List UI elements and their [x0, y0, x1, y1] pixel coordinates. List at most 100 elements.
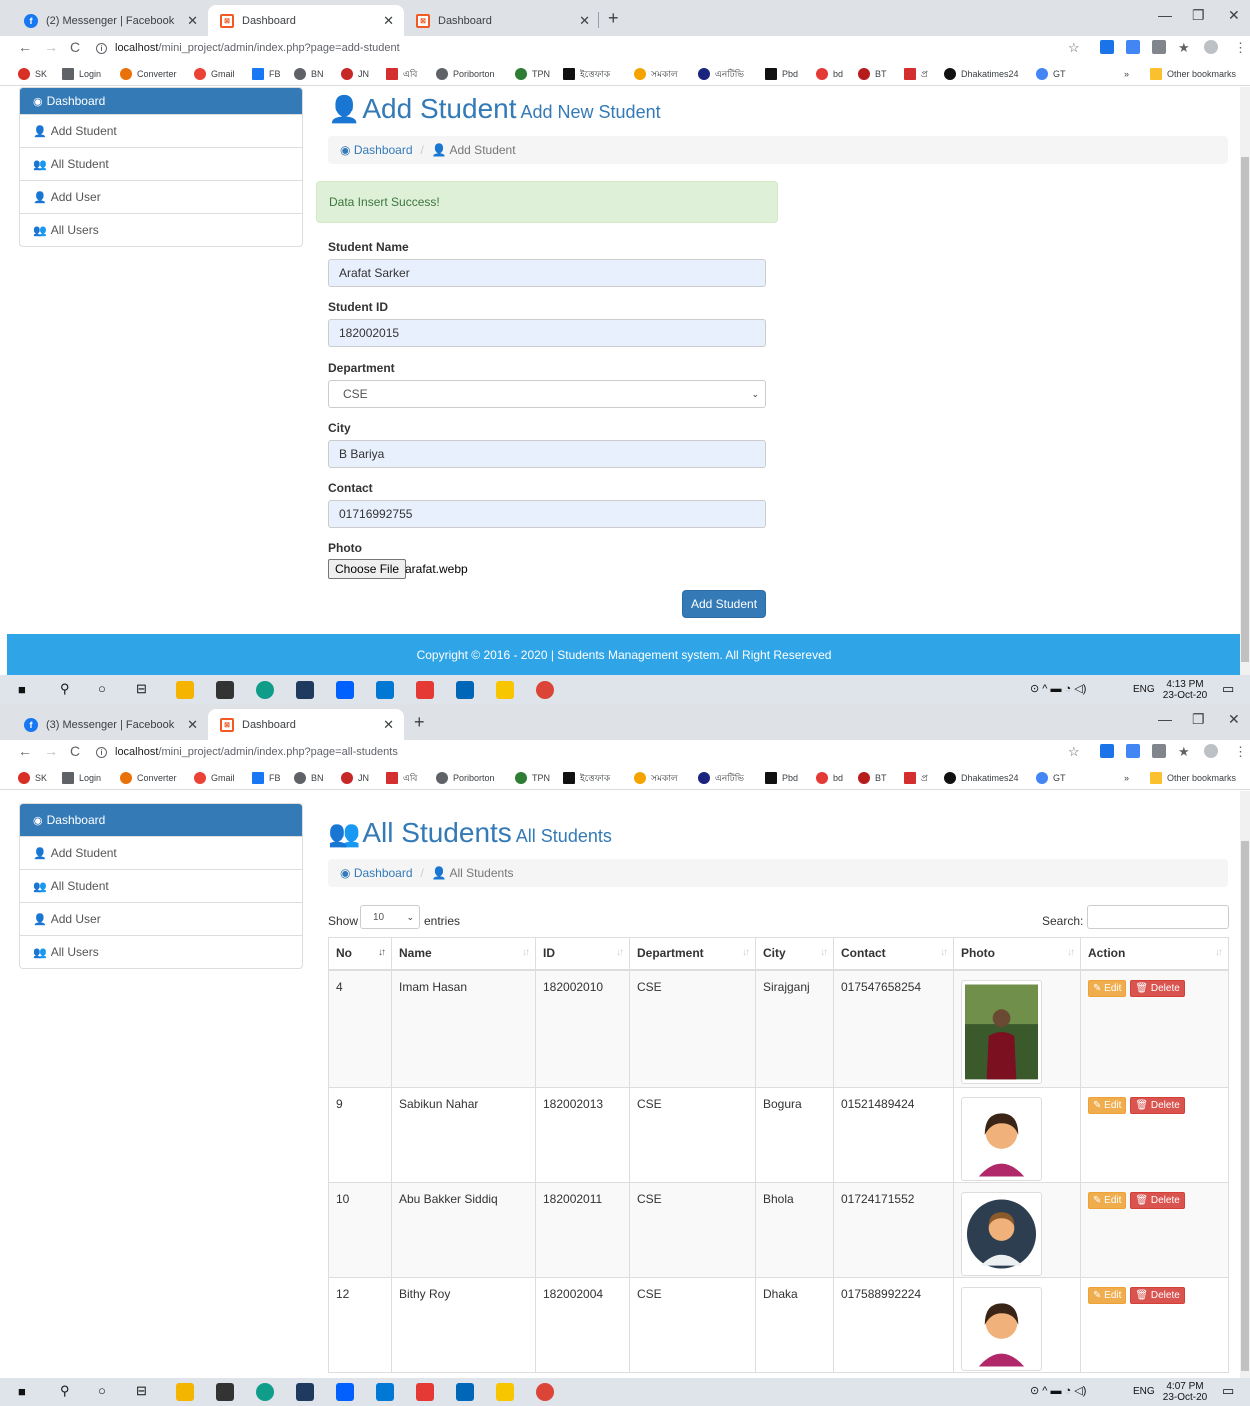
- star-icon[interactable]: ☆: [1068, 744, 1080, 760]
- bookmark-item[interactable]: bd: [816, 66, 843, 82]
- breadcrumb-dashboard[interactable]: ◉ Dashboard: [340, 866, 413, 880]
- bookmark-item[interactable]: Dhakatimes24: [944, 66, 1019, 82]
- delete-button[interactable]: 🗑 Delete: [1130, 1097, 1185, 1114]
- app-icon[interactable]: [496, 1383, 514, 1401]
- file-explorer-icon[interactable]: [176, 681, 194, 699]
- extension-icon[interactable]: [1152, 744, 1166, 758]
- bookmark-item[interactable]: BT: [858, 770, 887, 786]
- sidebar-item-all-student[interactable]: 👥 All Student: [20, 147, 302, 180]
- avatar[interactable]: [1204, 40, 1218, 54]
- bookmark-item[interactable]: TPN: [515, 66, 550, 82]
- bookmark-item[interactable]: JN: [341, 66, 369, 82]
- menu-icon[interactable]: ⋮: [1234, 40, 1247, 56]
- tray-icons[interactable]: ⊙ ^ ▬ ◔ ◁): [1030, 682, 1086, 695]
- bookmark-item[interactable]: Login: [62, 770, 101, 786]
- info-icon[interactable]: i: [96, 746, 107, 758]
- bookmark-item[interactable]: এনটিভি: [698, 770, 744, 786]
- other-bookmarks[interactable]: Other bookmarks: [1150, 770, 1236, 786]
- edit-button[interactable]: ✎ Edit: [1088, 1097, 1127, 1114]
- column-name[interactable]: Name ↓↑: [391, 937, 536, 971]
- bookmark-item[interactable]: সমকাল: [634, 770, 678, 786]
- student-id-input[interactable]: 182002015: [328, 319, 766, 347]
- close-tab-icon[interactable]: ✕: [187, 13, 198, 29]
- bookmark-item[interactable]: Poriborton: [436, 66, 495, 82]
- new-tab-icon[interactable]: +: [414, 712, 425, 733]
- cortana-icon[interactable]: ○: [98, 1383, 106, 1398]
- reload-icon[interactable]: C: [70, 39, 80, 55]
- info-icon[interactable]: i: [96, 42, 107, 54]
- file-explorer-icon[interactable]: [176, 1383, 194, 1401]
- department-select[interactable]: CSE ⌄: [328, 380, 766, 408]
- tab-messenger[interactable]: f (2) Messenger | Facebook ✕: [12, 5, 208, 36]
- close-tab-icon[interactable]: ✕: [187, 717, 198, 733]
- notification-icon[interactable]: ▭: [1222, 681, 1234, 697]
- extension-icon[interactable]: [1100, 744, 1114, 758]
- bookmark-item[interactable]: এনটিভি: [698, 66, 744, 82]
- bookmark-item[interactable]: GT: [1036, 66, 1066, 82]
- bookmark-item[interactable]: ইত্তেফাক: [563, 66, 610, 82]
- cortana-icon[interactable]: ○: [98, 681, 106, 696]
- bookmark-item[interactable]: Dhakatimes24: [944, 770, 1019, 786]
- close-tab-icon[interactable]: ✕: [383, 717, 394, 733]
- store-icon[interactable]: [216, 681, 234, 699]
- extension-icon[interactable]: [1152, 40, 1166, 54]
- contact-input[interactable]: 01716992755: [328, 500, 766, 528]
- bookmark-item[interactable]: Pbd: [765, 66, 798, 82]
- back-icon[interactable]: ←: [18, 743, 32, 759]
- sidebar-item-add-student[interactable]: 👤 Add Student: [20, 114, 302, 147]
- search-icon[interactable]: ⚲: [60, 681, 70, 697]
- windows-start-icon[interactable]: ■: [18, 682, 26, 697]
- choose-file-button[interactable]: Choose File: [328, 559, 407, 579]
- task-view-icon[interactable]: ⊟: [136, 681, 147, 697]
- column-id[interactable]: ID ↓↑: [535, 937, 630, 971]
- notification-icon[interactable]: ▭: [1222, 1383, 1234, 1399]
- back-icon[interactable]: ←: [18, 39, 32, 55]
- tab-dashboard[interactable]: ⊠ Dashboard ✕: [208, 709, 404, 740]
- minimize-icon[interactable]: —: [1158, 711, 1172, 727]
- breadcrumb-dashboard[interactable]: ◉ Dashboard: [340, 143, 413, 157]
- edit-button[interactable]: ✎ Edit: [1088, 1287, 1127, 1304]
- bookmark-item[interactable]: TPN: [515, 770, 550, 786]
- column-no[interactable]: No ↓↑: [328, 937, 392, 971]
- other-bookmarks[interactable]: Other bookmarks: [1150, 66, 1236, 82]
- sidebar-item-dashboard[interactable]: ◉ Dashboard: [20, 804, 302, 836]
- delete-button[interactable]: 🗑 Delete: [1130, 1287, 1185, 1304]
- bookmark-item[interactable]: GT: [1036, 770, 1066, 786]
- sidebar-item-all-users[interactable]: 👥 All Users: [20, 213, 302, 246]
- clock[interactable]: 4:07 PM 23-Oct-20: [1160, 1381, 1210, 1403]
- search-icon[interactable]: ⚲: [60, 1383, 70, 1399]
- bookmark-item[interactable]: BT: [858, 66, 887, 82]
- address-bar[interactable]: i localhost/mini_project/admin/index.php…: [96, 37, 400, 59]
- bookmarks-more[interactable]: »: [1124, 66, 1129, 82]
- bookmark-item[interactable]: Gmail: [194, 770, 235, 786]
- bookmark-item[interactable]: Login: [62, 66, 101, 82]
- sidebar-item-dashboard[interactable]: ◉ Dashboard: [20, 88, 302, 114]
- app-icon[interactable]: [416, 1383, 434, 1401]
- sidebar-item-add-student[interactable]: 👤 Add Student: [20, 836, 302, 869]
- sidebar-item-add-user[interactable]: 👤 Add User: [20, 180, 302, 213]
- vscode-icon[interactable]: [456, 681, 474, 699]
- edit-button[interactable]: ✎ Edit: [1088, 1192, 1127, 1209]
- extension-icon[interactable]: [1126, 744, 1140, 758]
- sublime-icon[interactable]: [296, 681, 314, 699]
- tab-messenger[interactable]: f (3) Messenger | Facebook ✕: [12, 709, 208, 740]
- close-window-icon[interactable]: ✕: [1228, 711, 1240, 728]
- city-input[interactable]: B Bariya: [328, 440, 766, 468]
- scrollbar[interactable]: [1240, 791, 1250, 1379]
- forward-icon[interactable]: →: [44, 743, 58, 759]
- restore-icon[interactable]: ❐: [1192, 711, 1205, 728]
- vscode-icon[interactable]: [456, 1383, 474, 1401]
- delete-button[interactable]: 🗑 Delete: [1130, 1192, 1185, 1209]
- column-city[interactable]: City ↓↑: [755, 937, 834, 971]
- windows-start-icon[interactable]: ■: [18, 1384, 26, 1399]
- bookmark-item[interactable]: JN: [341, 770, 369, 786]
- entries-select[interactable]: 10 ⌄: [360, 905, 420, 929]
- bookmark-item[interactable]: FB: [252, 66, 281, 82]
- bookmark-item[interactable]: সমকাল: [634, 66, 678, 82]
- address-bar[interactable]: i localhost/mini_project/admin/index.php…: [96, 741, 398, 763]
- bookmark-item[interactable]: bd: [816, 770, 843, 786]
- tab-dashboard-2[interactable]: ⊠ Dashboard ✕: [404, 5, 600, 36]
- scrollbar[interactable]: [1240, 87, 1250, 675]
- tab-dashboard-1[interactable]: ⊠ Dashboard ✕: [208, 5, 404, 36]
- edge-icon[interactable]: [256, 681, 274, 699]
